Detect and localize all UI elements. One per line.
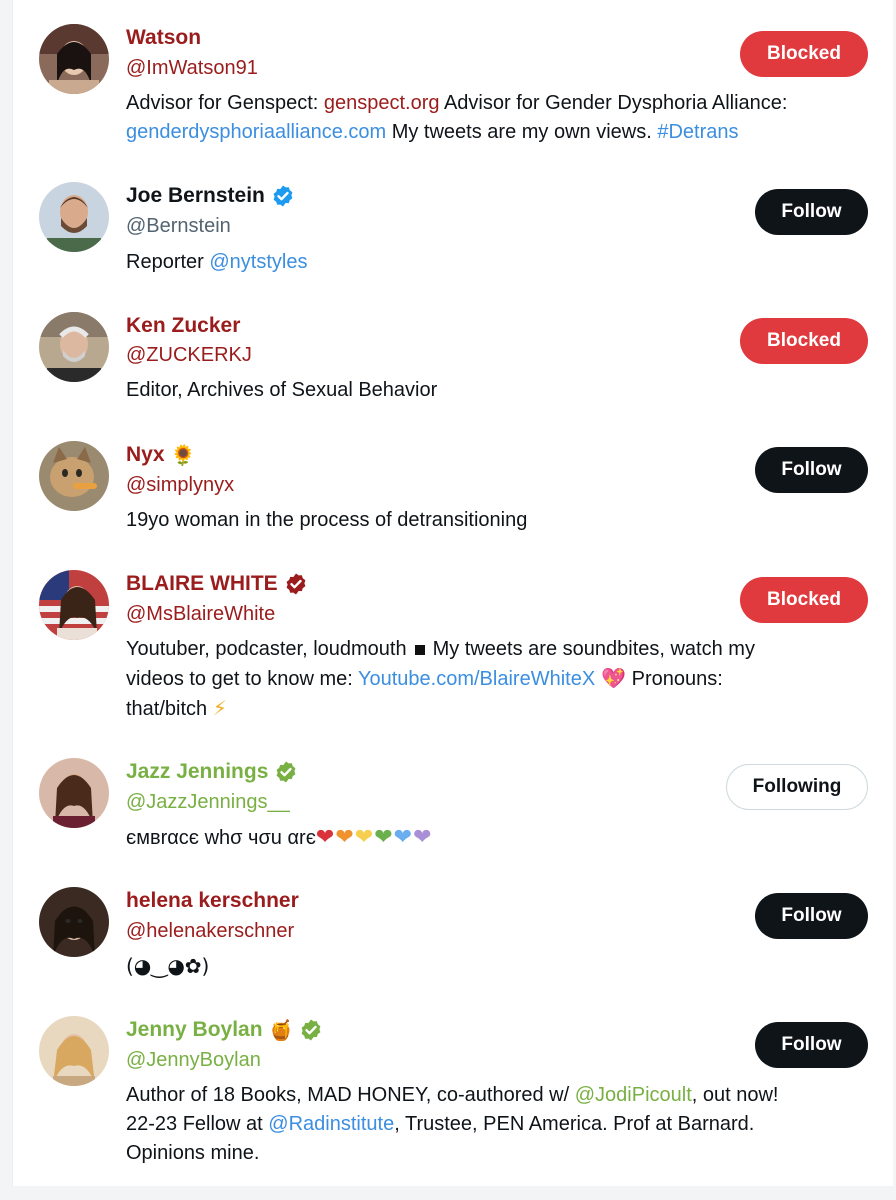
lightning-emoji-icon: ⚡	[212, 696, 227, 720]
sunflower-emoji-icon: 🌻	[170, 443, 196, 467]
avatar[interactable]	[39, 182, 109, 252]
avatar[interactable]	[39, 887, 109, 957]
avatar[interactable]	[39, 570, 109, 640]
bio-link[interactable]: genspect.org	[324, 92, 440, 114]
user-bio: Advisor for Genspect: genspect.org Advis…	[126, 92, 788, 143]
user-bio: Reporter @nytstyles	[126, 251, 308, 273]
red-heart-icon: ❤	[315, 825, 335, 850]
bio-link[interactable]: genderdysphoriaalliance.com	[126, 121, 386, 143]
hashtag-link[interactable]: #Detrans	[657, 121, 738, 143]
orange-heart-icon: ❤	[335, 825, 354, 850]
user-handle[interactable]: @MsBlaireWhite	[126, 601, 275, 627]
bio-link[interactable]: Youtube.com/BlaireWhiteX	[358, 668, 595, 690]
user-handle[interactable]: @ImWatson91	[126, 55, 258, 81]
follow-button[interactable]: Follow	[755, 893, 868, 939]
user-list: Watson @ImWatson91 Blocked Advisor for G…	[12, 0, 893, 1186]
yellow-heart-icon: ❤	[354, 825, 374, 850]
user-bio: Editor, Archives of Sexual Behavior	[126, 379, 438, 401]
user-handle[interactable]: @ZUCKERKJ	[126, 342, 252, 368]
user-bio: Author of 18 Books, MAD HONEY, co-author…	[126, 1084, 779, 1164]
sparkling-heart-emoji-icon: 💖	[601, 666, 627, 690]
honey-pot-emoji-icon: 🍯	[268, 1018, 294, 1042]
user-handle[interactable]: @JazzJennings__	[126, 789, 290, 815]
user-bio: ємвrαcє whσ чσu αrє❤❤❤❤❤❤	[126, 825, 433, 850]
blue-heart-icon: ❤	[393, 825, 413, 850]
user-name[interactable]: helena kerschner	[126, 888, 299, 914]
user-handle[interactable]: @Bernstein	[126, 213, 231, 239]
verified-badge-icon	[302, 1019, 321, 1041]
square-glyph-icon	[414, 644, 425, 655]
user-name[interactable]: Watson	[126, 25, 201, 51]
hearts-row: ❤❤❤❤❤❤	[316, 825, 433, 850]
user-handle[interactable]: @JennyBoylan	[126, 1047, 261, 1073]
user-name[interactable]: Ken Zucker	[126, 313, 240, 339]
user-handle[interactable]: @simplynyx	[126, 472, 234, 498]
user-bio: (◕‿◕✿)	[126, 954, 210, 978]
user-handle[interactable]: @helenakerschner	[126, 918, 294, 944]
verified-badge-icon	[273, 185, 293, 207]
user-bio: 19yo woman in the process of detransitio…	[126, 509, 528, 531]
avatar[interactable]	[39, 312, 109, 382]
user-name[interactable]: Jazz Jennings	[126, 759, 298, 785]
avatar[interactable]	[39, 441, 109, 511]
user-name[interactable]: BLAIRE WHITE	[126, 571, 308, 597]
bio-link[interactable]: @JodiPicoult	[575, 1084, 692, 1106]
avatar[interactable]	[39, 758, 109, 828]
blocked-button[interactable]: Blocked	[740, 318, 868, 364]
follow-button[interactable]: Follow	[755, 447, 868, 493]
avatar[interactable]	[39, 24, 109, 94]
bio-link[interactable]: @nytstyles	[209, 251, 307, 273]
purple-heart-icon: ❤	[413, 825, 432, 850]
follow-button[interactable]: Follow	[755, 189, 868, 235]
blocked-button[interactable]: Blocked	[740, 577, 868, 623]
verified-badge-icon	[276, 761, 296, 783]
bio-link[interactable]: @Radinstitute	[268, 1113, 394, 1135]
avatar[interactable]	[39, 1016, 109, 1086]
blocked-button[interactable]: Blocked	[740, 31, 868, 77]
following-button[interactable]: Following	[726, 764, 868, 810]
user-bio: Youtuber, podcaster, loudmouth My tweets …	[126, 635, 866, 724]
user-name[interactable]: Jenny Boylan 🍯	[126, 1017, 323, 1043]
user-name[interactable]: Joe Bernstein	[126, 183, 295, 209]
follow-button[interactable]: Follow	[755, 1022, 868, 1068]
green-heart-icon: ❤	[374, 825, 393, 850]
verified-badge-icon	[286, 573, 306, 595]
user-name[interactable]: Nyx 🌻	[126, 442, 195, 468]
